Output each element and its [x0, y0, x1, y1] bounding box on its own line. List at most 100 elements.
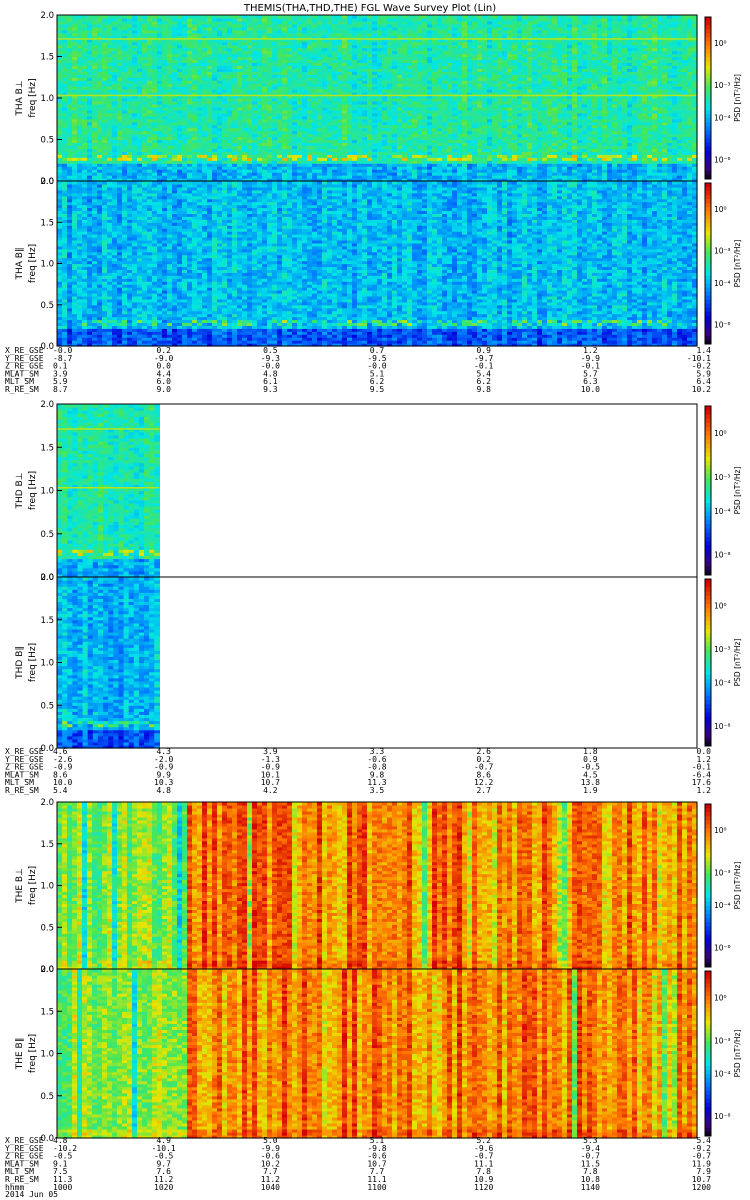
- y-tick-label: 2.0: [40, 573, 54, 583]
- ephemeris-value: 5.4: [53, 786, 68, 795]
- colorbar-tick-label: 10⁰: [714, 602, 727, 611]
- ephemeris-value: 9.8: [476, 385, 491, 394]
- y-tick-label: 1.0: [40, 94, 54, 104]
- ephemeris-value: 1.9: [583, 786, 598, 795]
- panel-the-bperp: 0.00.51.01.52.0THE B⊥ freq [Hz]10⁰10⁻³10⁻…: [15, 798, 742, 975]
- y-tick-label: 0.5: [40, 923, 54, 933]
- panels-layer: 0.00.51.01.52.0THA B⊥ freq [Hz]10⁰10⁻³10⁻…: [15, 11, 742, 1144]
- ephemeris-value: 10.2: [692, 385, 711, 394]
- colorbar-tick-label: 10⁻⁴: [714, 113, 731, 122]
- colorbar-label: PSD [nT²/Hz]: [733, 240, 742, 288]
- colorbar-tick-label: 10⁻³: [714, 645, 731, 654]
- heatmap-cells: [57, 577, 160, 749]
- panel-thd-bperp: 0.00.51.01.52.0THD B⊥ freq [Hz]10⁰10⁻³10⁻…: [15, 400, 742, 583]
- panel-title: THA B⊥: [15, 80, 25, 116]
- y-axis-label: freq [Hz]: [28, 471, 38, 510]
- y-tick-label: 0.5: [40, 1092, 54, 1102]
- panel-title: THE B∥: [15, 1038, 25, 1071]
- y-tick-label: 1.0: [40, 659, 54, 669]
- panel-title: THD B⊥: [15, 472, 25, 509]
- colorbar-tick-label: 10⁰: [714, 993, 727, 1002]
- colorbar-tick-label: 10⁻⁴: [714, 679, 731, 688]
- y-axis-label: freq [Hz]: [28, 1034, 38, 1073]
- colorbar-tick-label: 10⁻⁶: [714, 321, 731, 330]
- y-tick-label: 1.5: [40, 616, 54, 626]
- y-tick-label: 2.0: [40, 400, 54, 410]
- panel-the-bpar: 0.00.51.01.52.0THE B∥ freq [Hz]10⁰10⁻³10⁻…: [15, 965, 742, 1144]
- colorbar-label: PSD [nT²/Hz]: [733, 1030, 742, 1078]
- ephemeris-the: X_RE_GSE 4.8 4.9 5.0 5.1 5.2 5.3 5.4Y_RE_GSE -10…: [5, 1136, 711, 1192]
- y-axis-label: freq [Hz]: [28, 866, 38, 905]
- ephemeris-value: 10.0: [581, 385, 600, 394]
- colorbar-tick-label: 10⁻⁸: [714, 1112, 731, 1121]
- ephemeris-value: 1120: [474, 1183, 493, 1192]
- panel-title: THD B∥: [15, 646, 25, 680]
- colorbar-tick-label: 10⁰: [714, 826, 727, 835]
- ephemeris-value: 4.2: [263, 786, 278, 795]
- colorbar-tick-label: 10⁻⁶: [714, 156, 731, 165]
- y-tick-label: 1.5: [40, 53, 54, 63]
- ephemeris-value: 9.3: [263, 385, 278, 394]
- y-tick-label: 1.0: [40, 260, 54, 270]
- heatmap-cells: [57, 802, 698, 970]
- colorbar-tick-label: 10⁰: [714, 429, 727, 438]
- colorbar-tick-label: 10⁻³: [714, 473, 731, 482]
- y-tick-label: 1.0: [40, 882, 54, 892]
- y-tick-label: 2.0: [40, 177, 54, 187]
- panel-title: THA B∥: [15, 248, 25, 281]
- colorbar-label: PSD [nT²/Hz]: [733, 467, 742, 515]
- colorbar-tick-label: 10⁻⁴: [714, 1069, 731, 1078]
- colorbar-tick-label: 10⁻³: [714, 1036, 731, 1045]
- ephemeris-row-label: R_RE_SM: [5, 786, 39, 795]
- date-label: 2014 Jun 05: [5, 1190, 58, 1199]
- colorbar: 10⁰ 10⁻³ 10⁻⁴ 10⁻⁶ PSD [nT²/Hz]: [705, 17, 742, 180]
- colorbar-tick-label: 10⁻⁴: [714, 279, 731, 288]
- y-tick-label: 1.0: [40, 1050, 54, 1060]
- y-tick-label: 0.5: [40, 136, 54, 146]
- colorbar-label: PSD [nT²/Hz]: [733, 74, 742, 122]
- ephemeris-value: 3.5: [370, 786, 385, 795]
- y-tick-label: 2.0: [40, 798, 54, 808]
- ephemeris-value: 1.2: [697, 786, 712, 795]
- colorbar: 10⁰ 10⁻³ 10⁻⁴ 10⁻⁸ PSD [nT²/Hz]: [705, 971, 742, 1137]
- ephemeris-row-label: R_RE_SM: [5, 385, 39, 394]
- colorbar-tick-label: 10⁻⁴: [714, 507, 731, 516]
- y-tick-label: 1.5: [40, 443, 54, 453]
- ephemeris-value: 1140: [581, 1183, 600, 1192]
- ephemeris-thd: X_RE_GSE 4.6 4.3 3.9 3.3 2.6 1.8 0.0Y_RE_GSE -2.…: [5, 747, 711, 795]
- colorbar-tick-label: 10⁻³: [714, 868, 731, 877]
- y-axis-label: freq [Hz]: [28, 643, 38, 682]
- ephemeris-value: 1200: [692, 1183, 711, 1192]
- ephemeris-value: 4.8: [156, 786, 171, 795]
- panel-title: THE B⊥: [15, 868, 25, 904]
- wave-survey-chart: THEMIS(THA,THD,THE) FGL Wave Survey Plot…: [0, 0, 750, 1200]
- colorbar-tick-label: 10⁻⁸: [714, 722, 731, 731]
- ephemeris-value: 2.7: [476, 786, 491, 795]
- panel-tha-bperp: 0.00.51.01.52.0THA B⊥ freq [Hz]10⁰10⁻³10⁻…: [15, 11, 742, 187]
- heatmap-cells: [57, 15, 698, 182]
- panel-tha-bpar: 0.00.51.01.52.0THA B∥ freq [Hz]10⁰10⁻³10⁻…: [15, 177, 742, 352]
- y-tick-label: 1.0: [40, 487, 54, 497]
- colorbar-tick-label: 10⁰: [714, 39, 727, 48]
- heatmap-cells: [57, 404, 160, 578]
- colorbar: 10⁰10⁻³10⁻⁴10⁻⁶PSD [nT²/Hz]: [705, 804, 742, 968]
- colorbar-tick-label: 10⁻⁶: [714, 943, 731, 952]
- y-tick-label: 0.5: [40, 701, 54, 711]
- colorbar-tick-label: 10⁻⁴: [714, 901, 731, 910]
- y-tick-label: 1.5: [40, 840, 54, 850]
- colorbar-tick-label: 10⁻³: [714, 247, 731, 256]
- y-tick-label: 2.0: [40, 965, 54, 975]
- y-tick-label: 1.5: [40, 1007, 54, 1017]
- heatmap-cells: [57, 969, 698, 1139]
- colorbar-label: PSD [nT²/Hz]: [733, 639, 742, 687]
- chart-title: THEMIS(THA,THD,THE) FGL Wave Survey Plot…: [243, 3, 496, 14]
- y-tick-label: 0.5: [40, 530, 54, 540]
- colorbar-tick-label: 10⁻³: [714, 81, 731, 90]
- y-axis-label: freq [Hz]: [28, 78, 38, 117]
- y-tick-label: 2.0: [40, 11, 54, 21]
- ephemeris-value: 1040: [261, 1183, 280, 1192]
- colorbar: 10⁰ 10⁻³ 10⁻⁴ 10⁻⁸ PSD [nT²/Hz]: [705, 579, 742, 747]
- ephemeris-value: 1020: [154, 1183, 173, 1192]
- y-tick-label: 0.5: [40, 301, 54, 311]
- ephemeris-value: 1100: [367, 1183, 386, 1192]
